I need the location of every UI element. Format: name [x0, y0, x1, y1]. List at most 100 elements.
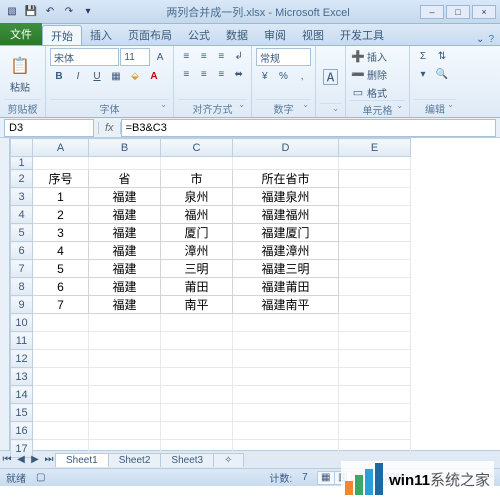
row-header[interactable]: 11 — [11, 332, 33, 350]
align-middle-icon[interactable]: ≡ — [196, 48, 213, 64]
sheet-nav-last[interactable]: ⏭ — [42, 454, 56, 465]
table-row[interactable]: 11 — [11, 332, 411, 350]
sheet-nav-prev[interactable]: ◀ — [14, 454, 28, 465]
cell[interactable] — [233, 314, 339, 332]
row-header[interactable]: 12 — [11, 350, 33, 368]
cell[interactable] — [33, 314, 89, 332]
bold-button[interactable]: B — [50, 68, 68, 84]
cell[interactable]: 福建 — [89, 224, 161, 242]
cell[interactable]: 福建 — [89, 278, 161, 296]
cell[interactable] — [89, 404, 161, 422]
cell[interactable]: 1 — [33, 188, 89, 206]
row-header[interactable]: 7 — [11, 260, 33, 278]
cell[interactable]: 7 — [33, 296, 89, 314]
sheet-tab-1[interactable]: Sheet1 — [55, 453, 109, 467]
cell[interactable] — [33, 404, 89, 422]
cell[interactable] — [89, 350, 161, 368]
cell[interactable]: 福建 — [89, 242, 161, 260]
cell[interactable] — [339, 332, 411, 350]
cell[interactable] — [161, 350, 233, 368]
currency-button[interactable]: ¥ — [256, 68, 274, 84]
cell[interactable] — [339, 242, 411, 260]
redo-icon[interactable]: ↷ — [61, 4, 77, 20]
col-header-A[interactable]: A — [33, 139, 89, 157]
cell[interactable] — [339, 296, 411, 314]
excel-icon[interactable]: ▧ — [4, 4, 20, 20]
align-top-icon[interactable]: ≡ — [178, 48, 195, 64]
col-header-E[interactable]: E — [339, 139, 411, 157]
align-right-icon[interactable]: ≡ — [213, 66, 230, 82]
cell[interactable]: 福建三明 — [233, 260, 339, 278]
cell[interactable]: 厦门 — [161, 224, 233, 242]
cell[interactable] — [33, 422, 89, 440]
cell[interactable] — [161, 314, 233, 332]
cell[interactable]: 莆田 — [161, 278, 233, 296]
tab-insert[interactable]: 插入 — [82, 25, 120, 45]
cell[interactable] — [233, 386, 339, 404]
new-sheet-button[interactable]: ✧ — [213, 453, 243, 467]
cell[interactable] — [89, 332, 161, 350]
cell[interactable] — [33, 368, 89, 386]
cell[interactable]: 福建南平 — [233, 296, 339, 314]
font-name-combo[interactable]: 宋体 — [50, 48, 119, 66]
wrap-text-button[interactable]: ↲ — [231, 48, 248, 64]
cell[interactable] — [233, 332, 339, 350]
styles-icon[interactable]: 🄰 — [320, 64, 341, 88]
cell[interactable] — [233, 350, 339, 368]
fill-button[interactable]: ▾ — [414, 66, 432, 82]
help-icon[interactable]: ? — [488, 34, 494, 45]
table-row[interactable]: 1 — [11, 157, 411, 170]
cell[interactable] — [161, 157, 233, 170]
cell[interactable] — [339, 157, 411, 170]
row-header[interactable]: 9 — [11, 296, 33, 314]
file-tab[interactable]: 文件 — [0, 23, 42, 45]
cell[interactable]: 市 — [161, 170, 233, 188]
maximize-button[interactable]: □ — [446, 5, 470, 19]
undo-icon[interactable]: ↶ — [42, 4, 58, 20]
increase-font-icon[interactable]: A — [151, 49, 169, 65]
table-row[interactable]: 31福建泉州福建泉州 — [11, 188, 411, 206]
col-header-D[interactable]: D — [233, 139, 339, 157]
cell[interactable]: 南平 — [161, 296, 233, 314]
cell[interactable] — [339, 188, 411, 206]
cell[interactable] — [339, 314, 411, 332]
cell[interactable] — [339, 440, 411, 458]
col-header-B[interactable]: B — [89, 139, 161, 157]
row-header[interactable]: 2 — [11, 170, 33, 188]
row-header[interactable]: 6 — [11, 242, 33, 260]
autosum-button[interactable]: Σ — [414, 48, 432, 64]
close-button[interactable]: × — [472, 5, 496, 19]
align-left-icon[interactable]: ≡ — [178, 66, 195, 82]
sort-button[interactable]: ⇅ — [433, 48, 451, 64]
paste-button[interactable]: 📋粘贴 — [4, 52, 36, 96]
cell[interactable] — [339, 206, 411, 224]
row-header[interactable]: 1 — [11, 157, 33, 170]
cell[interactable]: 福建厦门 — [233, 224, 339, 242]
table-row[interactable]: 12 — [11, 350, 411, 368]
cell[interactable] — [339, 260, 411, 278]
cell[interactable] — [233, 157, 339, 170]
minimize-button[interactable]: – — [420, 5, 444, 19]
column-headers[interactable]: A B C D E — [11, 139, 411, 157]
table-row[interactable]: 15 — [11, 404, 411, 422]
cell[interactable] — [339, 170, 411, 188]
name-box[interactable]: D3 — [4, 119, 94, 137]
table-row[interactable]: 16 — [11, 422, 411, 440]
cell[interactable]: 福建福州 — [233, 206, 339, 224]
cell[interactable] — [89, 157, 161, 170]
find-button[interactable]: 🔍 — [433, 66, 451, 82]
row-header[interactable]: 3 — [11, 188, 33, 206]
cell[interactable]: 福建 — [89, 296, 161, 314]
cell[interactable] — [339, 404, 411, 422]
fx-icon[interactable]: fx — [98, 122, 121, 134]
insert-cells-button[interactable]: ➕插入 — [350, 48, 405, 64]
table-row[interactable]: 42福建福州福建福州 — [11, 206, 411, 224]
cell[interactable]: 福建莆田 — [233, 278, 339, 296]
sheet-tab-2[interactable]: Sheet2 — [108, 453, 162, 467]
cell[interactable] — [233, 422, 339, 440]
cell[interactable]: 序号 — [33, 170, 89, 188]
cell[interactable]: 所在省市 — [233, 170, 339, 188]
align-center-icon[interactable]: ≡ — [196, 66, 213, 82]
cell[interactable] — [89, 368, 161, 386]
font-size-combo[interactable]: 11 — [120, 48, 150, 66]
